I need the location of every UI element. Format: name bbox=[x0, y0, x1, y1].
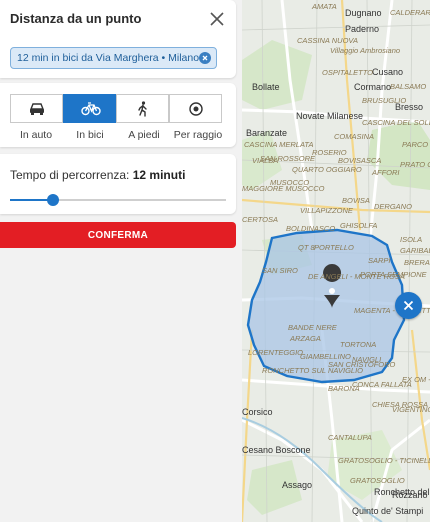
map-district-label: ARZAGA bbox=[290, 334, 321, 343]
map-town-label: Ronchetto delle Rane bbox=[374, 487, 430, 497]
map-district-label: OSPITALETTO bbox=[322, 68, 373, 77]
mode-bike-label: In bici bbox=[76, 129, 104, 141]
map-district-label: QUARTO OGGIARO bbox=[292, 165, 362, 174]
map-town-label: Cesano Boscone bbox=[242, 445, 311, 455]
map-district-label: ISOLA bbox=[400, 235, 423, 244]
map-district-label: GRATOSOGLIO bbox=[350, 476, 405, 485]
map-district-label: RONCHETTO SUL NAVIGLIO bbox=[262, 366, 363, 375]
map-district-label: TORTONA bbox=[340, 340, 377, 349]
map-district-label: VILLAPIZZONE bbox=[300, 206, 353, 215]
mode-walk-button[interactable] bbox=[116, 94, 169, 123]
map-district-label: PORTELLO bbox=[314, 243, 354, 252]
map-district-label: ROSERIO bbox=[312, 148, 347, 157]
travel-time-label: Tempo di percorrenza: bbox=[10, 168, 130, 182]
map-district-label: CASSINA NUOVA bbox=[297, 36, 358, 45]
mode-walk-label: A piedi bbox=[128, 129, 160, 141]
location-chip-label: 12 min in bici da Via Marghera • Milano bbox=[17, 52, 200, 64]
remove-area-button[interactable] bbox=[395, 292, 422, 319]
map-district-label: GARIBALDI bbox=[400, 246, 430, 255]
close-icon bbox=[403, 300, 414, 311]
map-district-label: CASCINA MERLATA bbox=[244, 140, 314, 149]
side-panel: Distanza da un punto 12 min in bici da V… bbox=[0, 0, 242, 522]
map-district-label: MUSOCCO bbox=[270, 178, 310, 187]
map-district-label: DERGANO bbox=[374, 202, 412, 211]
map-town-label: Cormano bbox=[354, 82, 392, 92]
map-town-label: Quinto de' Stampi bbox=[352, 506, 424, 516]
map-town-label: Dugnano bbox=[345, 8, 382, 18]
time-slider-handle[interactable] bbox=[47, 194, 60, 206]
map-district-label: GHISOLFA bbox=[340, 221, 378, 230]
map-district-label: EX OM - MORIVIONE bbox=[402, 375, 430, 384]
map-town-label: Cusano bbox=[372, 67, 404, 77]
map-town-label: Novate Milanese bbox=[296, 111, 364, 121]
mode-car-label: In auto bbox=[19, 129, 53, 141]
travel-time-card: Tempo di percorrenza: 12 minuti bbox=[0, 154, 236, 214]
map-base bbox=[242, 0, 430, 522]
map-district-label: BOLDINASCO bbox=[286, 224, 336, 233]
map[interactable]: Dugnano Paderno Cusano Cormano Bollate B… bbox=[242, 0, 430, 522]
map-town-label: Assago bbox=[282, 480, 313, 490]
map-district-label: VIALBA bbox=[252, 156, 279, 165]
travel-time-value: 12 minuti bbox=[132, 168, 186, 182]
close-icon[interactable] bbox=[207, 9, 227, 29]
map-district-label: VIGENTINO bbox=[392, 405, 430, 414]
travel-time-text: Tempo di percorrenza: 12 minuti bbox=[10, 168, 185, 182]
mode-bike-button[interactable] bbox=[63, 94, 116, 123]
map-town-label: Paderno bbox=[345, 24, 380, 34]
map-district-label: QT 8 bbox=[298, 243, 315, 252]
mode-radius-label: Per raggio bbox=[173, 129, 223, 141]
map-district-label: GRATOSOGLIO - TICINELLO bbox=[338, 456, 430, 465]
confirm-button[interactable]: CONFERMA bbox=[0, 222, 236, 248]
map-district-label: PARCO NORD bbox=[402, 140, 430, 149]
mode-radius-button[interactable] bbox=[169, 94, 222, 123]
chip-remove-icon[interactable] bbox=[199, 52, 211, 64]
map-district-label: PRATO CENTENARO bbox=[400, 160, 430, 169]
map-district-label: LORENTEGGIO bbox=[248, 348, 304, 357]
map-district-label: BRERA bbox=[404, 258, 430, 267]
map-district-label: BANDE NERE bbox=[288, 323, 337, 332]
bicycle-icon bbox=[81, 102, 101, 116]
map-district-label: BOVISA bbox=[342, 196, 370, 205]
map-district-label: COMASINA bbox=[334, 132, 375, 141]
walking-icon bbox=[138, 101, 147, 117]
header-card: Distanza da un punto 12 min in bici da V… bbox=[0, 0, 236, 78]
map-town-label: Bollate bbox=[252, 82, 280, 92]
radius-icon bbox=[189, 102, 203, 116]
map-town-label: Baranzate bbox=[246, 128, 288, 138]
map-district-label: CANTALUPA bbox=[328, 433, 372, 442]
map-district-label: PORTA SEMPIONE bbox=[360, 270, 427, 279]
mode-car-button[interactable] bbox=[10, 94, 63, 123]
car-icon bbox=[29, 103, 45, 115]
map-district-label: AMATA bbox=[312, 2, 337, 11]
time-slider-track[interactable] bbox=[10, 199, 226, 201]
location-chip[interactable]: 12 min in bici da Via Marghera • Milano bbox=[10, 47, 217, 69]
map-district-label: BOVISASCA bbox=[338, 156, 382, 165]
panel-title: Distanza da un punto bbox=[10, 11, 142, 26]
map-district-label: SAN SIRO bbox=[262, 266, 298, 275]
map-town-label: Corsico bbox=[242, 407, 273, 417]
map-district-label: BALSAMO bbox=[390, 82, 427, 91]
map-district-label: Villaggio Ambrosiano bbox=[330, 46, 401, 55]
map-district-label: BRUSUGLIO bbox=[362, 96, 407, 105]
map-district-label: CASCINA DEL SOLE bbox=[362, 118, 430, 127]
travel-mode-card: In auto In bici A piedi Per raggio bbox=[0, 83, 236, 147]
map-district-label: CALDERARA bbox=[390, 8, 430, 17]
map-district-label: NAVIGLI bbox=[352, 355, 382, 364]
map-district-label: SARPI bbox=[368, 256, 391, 265]
map-district-label: AFFORI bbox=[372, 168, 400, 177]
map-district-label: CERTOSA bbox=[242, 215, 278, 224]
